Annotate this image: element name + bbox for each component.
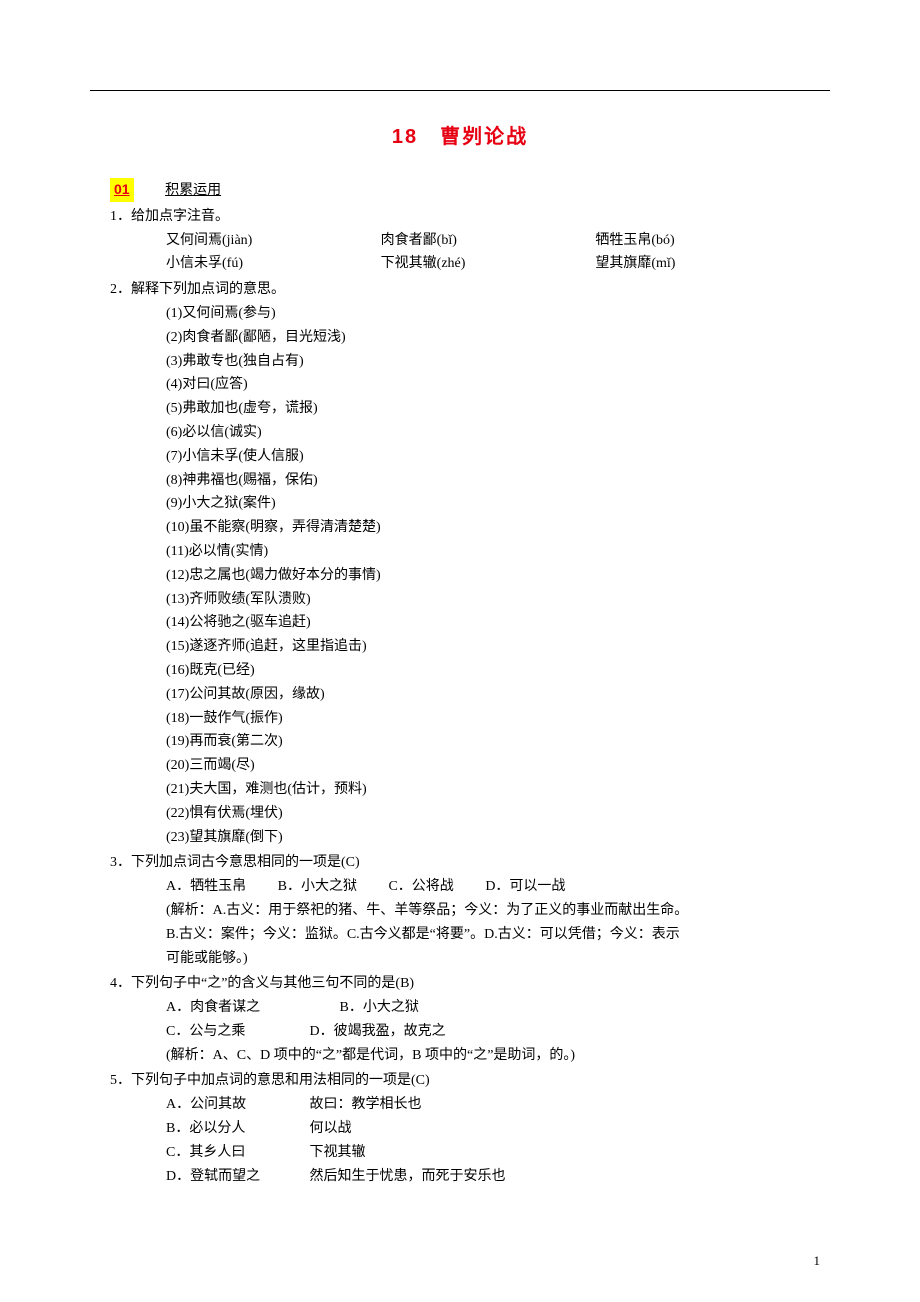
q5-c1: C．其乡人曰 bbox=[166, 1141, 306, 1165]
q1-r2a: 小信未孚(fú) bbox=[166, 252, 381, 276]
q5-b2: 何以战 bbox=[310, 1121, 352, 1136]
q1-r2b: 下视其辙(zhé) bbox=[381, 252, 596, 276]
q5-body: A．公问其故 故曰：教学相长也 B．必以分人 何以战 C．其乡人曰 下视其辙 D… bbox=[110, 1093, 810, 1188]
q5-stem: 5．下列句子中加点词的意思和用法相同的一项是(C) bbox=[110, 1069, 810, 1093]
q2-body: (1)又何间焉(参与) (2)肉食者鄙(鄙陋，目光短浅) (3)弗敢专也(独自占… bbox=[110, 302, 810, 849]
q5-opt-d: D．登轼而望之 然后知生于忧患，而死于安乐也 bbox=[166, 1165, 810, 1189]
q4-opt-c: C．公与之乘 bbox=[166, 1020, 306, 1044]
list-item: (1)又何间焉(参与) bbox=[166, 302, 810, 326]
q5-a1: A．公问其故 bbox=[166, 1093, 306, 1117]
list-item: (13)齐师败绩(军队溃败) bbox=[166, 588, 810, 612]
q3-opt-c: C．公将战 bbox=[388, 875, 453, 899]
q1-row1: 又何间焉(jiàn) 肉食者鄙(bǐ) 牺牲玉帛(bó) bbox=[166, 229, 810, 253]
q4-row2: C．公与之乘 D．彼竭我盈，故克之 bbox=[166, 1020, 810, 1044]
q3-opt-a: A．牺牲玉帛 bbox=[166, 875, 246, 899]
list-item: (19)再而衰(第二次) bbox=[166, 730, 810, 754]
section-label: 积累运用 bbox=[165, 178, 221, 202]
q5-c2: 下视其辙 bbox=[310, 1145, 366, 1160]
list-item: (9)小大之狱(案件) bbox=[166, 492, 810, 516]
q1-r1c: 牺牲玉帛(bó) bbox=[595, 229, 810, 253]
q4-opt-a: A．肉食者谋之 bbox=[166, 996, 336, 1020]
list-item: (17)公问其故(原因，缘故) bbox=[166, 683, 810, 707]
q3-options: A．牺牲玉帛 B．小大之狱 C．公将战 D．可以一战 bbox=[166, 875, 810, 899]
q1-r1b: 肉食者鄙(bǐ) bbox=[381, 229, 596, 253]
q5-opt-b: B．必以分人 何以战 bbox=[166, 1117, 810, 1141]
list-item: (8)神弗福也(赐福，保佑) bbox=[166, 469, 810, 493]
list-item: (11)必以情(实情) bbox=[166, 540, 810, 564]
list-item: (7)小信未孚(使人信服) bbox=[166, 445, 810, 469]
list-item: (22)惧有伏焉(埋伏) bbox=[166, 802, 810, 826]
q1-row2: 小信未孚(fú) 下视其辙(zhé) 望其旗靡(mǐ) bbox=[166, 252, 810, 276]
q5-opt-a: A．公问其故 故曰：教学相长也 bbox=[166, 1093, 810, 1117]
q3-opt-b: B．小大之狱 bbox=[278, 875, 357, 899]
section-number: 01 bbox=[110, 178, 134, 202]
list-item: (5)弗敢加也(虚夸，谎报) bbox=[166, 397, 810, 421]
list-item: (10)虽不能察(明察，弄得清清楚楚) bbox=[166, 516, 810, 540]
q4-opt-d: D．彼竭我盈，故克之 bbox=[310, 1024, 446, 1039]
q4-row1: A．肉食者谋之 B．小大之狱 bbox=[166, 996, 810, 1020]
q3-explain-l3: 可能或能够。) bbox=[166, 947, 810, 971]
section-header: 01 积累运用 bbox=[110, 178, 810, 203]
q1-r2c: 望其旗靡(mǐ) bbox=[595, 252, 810, 276]
page-title: 18 曹刿论战 bbox=[110, 120, 810, 154]
q4-explain: (解析：A、C、D 项中的“之”都是代词，B 项中的“之”是助词，的。) bbox=[166, 1044, 810, 1068]
list-item: (12)忠之属也(竭力做好本分的事情) bbox=[166, 564, 810, 588]
q4-stem: 4．下列句子中“之”的含义与其他三句不同的是(B) bbox=[110, 972, 810, 996]
list-item: (18)一鼓作气(振作) bbox=[166, 707, 810, 731]
list-item: (4)对曰(应答) bbox=[166, 373, 810, 397]
q3-explain-l1: (解析：A.古义：用于祭祀的猪、牛、羊等祭品；今义：为了正义的事业而献出生命。 bbox=[166, 899, 810, 923]
q3-opt-d: D．可以一战 bbox=[485, 875, 565, 899]
list-item: (6)必以信(诚实) bbox=[166, 421, 810, 445]
list-item: (3)弗敢专也(独自占有) bbox=[166, 350, 810, 374]
q3-explain-l2: B.古义：案件；今义：监狱。C.古今义都是“将要”。D.古义：可以凭借；今义：表… bbox=[166, 923, 810, 947]
q1-stem: 1．给加点字注音。 bbox=[110, 205, 810, 229]
q4-body: A．肉食者谋之 B．小大之狱 C．公与之乘 D．彼竭我盈，故克之 (解析：A、C… bbox=[110, 996, 810, 1067]
q1-r1a: 又何间焉(jiàn) bbox=[166, 229, 381, 253]
q4-opt-b: B．小大之狱 bbox=[340, 1000, 419, 1015]
q3-body: A．牺牲玉帛 B．小大之狱 C．公将战 D．可以一战 (解析：A.古义：用于祭祀… bbox=[110, 875, 810, 970]
q5-d2: 然后知生于忧患，而死于安乐也 bbox=[310, 1169, 506, 1184]
list-item: (21)夫大国，难测也(估计，预料) bbox=[166, 778, 810, 802]
q5-d1: D．登轼而望之 bbox=[166, 1165, 306, 1189]
q2-stem: 2．解释下列加点词的意思。 bbox=[110, 278, 810, 302]
q5-opt-c: C．其乡人曰 下视其辙 bbox=[166, 1141, 810, 1165]
list-item: (2)肉食者鄙(鄙陋，目光短浅) bbox=[166, 326, 810, 350]
horizontal-rule bbox=[90, 90, 830, 91]
q1-body: 又何间焉(jiàn) 肉食者鄙(bǐ) 牺牲玉帛(bó) 小信未孚(fú) 下视… bbox=[110, 229, 810, 277]
list-item: (14)公将驰之(驱车追赶) bbox=[166, 611, 810, 635]
q5-b1: B．必以分人 bbox=[166, 1117, 306, 1141]
page-number: 1 bbox=[814, 1250, 821, 1272]
q5-a2: 故曰：教学相长也 bbox=[310, 1097, 422, 1112]
list-item: (23)望其旗靡(倒下) bbox=[166, 826, 810, 850]
q3-stem: 3．下列加点词古今意思相同的一项是(C) bbox=[110, 851, 810, 875]
list-item: (16)既克(已经) bbox=[166, 659, 810, 683]
list-item: (15)遂逐齐师(追赶，这里指追击) bbox=[166, 635, 810, 659]
list-item: (20)三而竭(尽) bbox=[166, 754, 810, 778]
